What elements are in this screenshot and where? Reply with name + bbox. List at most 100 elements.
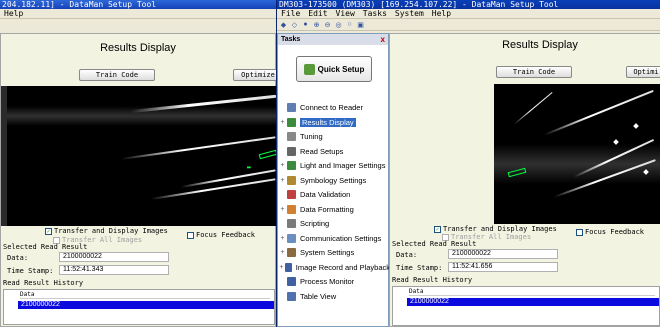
task-icon [287,233,296,243]
menu-tasks[interactable]: Tasks [359,9,391,18]
expand-icon[interactable]: + [278,235,287,242]
task-item[interactable]: Read Setups [278,145,390,158]
tasks-panel: Tasks x Quick Setup Connect to Reader + Re… [277,33,390,327]
trigger-icon[interactable]: ● [301,20,310,29]
right-results-title: Results Display [502,39,578,51]
expand-icon[interactable]: + [278,162,287,169]
menu-file[interactable]: File [277,9,304,18]
left-history-table: Data 2100000022 [3,289,275,325]
left-window-title: 204.182.11] - DataMan Setup Tool [0,0,276,9]
left-focus-feedback-checkbox[interactable]: Focus Feedback [187,230,255,240]
quick-setup-button[interactable]: Quick Setup [296,56,372,82]
left-data-field: 2100000022 [59,252,169,262]
zoom-out-icon[interactable]: ⊖ [323,20,332,29]
left-window: 204.182.11] - DataMan Setup Tool Help Re… [0,0,276,327]
disconnect-icon[interactable]: ◇ [290,20,299,29]
menu-edit[interactable]: Edit [304,9,331,18]
task-item[interactable]: Data Validation [278,188,390,201]
right-selected-read-heading: Selected Read Result [392,240,477,248]
expand-icon[interactable]: + [278,177,287,184]
right-history-heading: Read Result History [392,276,473,284]
task-icon [287,117,296,127]
left-time-field: 11:52:41.343 [59,265,169,275]
task-icon [287,291,296,301]
left-results-panel: Results Display Train Code Optimize ▬ ✓ … [0,33,276,327]
task-item[interactable]: + Light and Imager Settings [278,159,390,172]
task-icon [287,146,296,156]
task-icon [287,277,296,286]
task-icon [287,175,296,185]
task-item[interactable]: + Results Display [278,116,390,129]
task-item[interactable]: + Symbology Settings [278,174,390,187]
left-results-title: Results Display [100,42,176,54]
close-icon[interactable]: x [381,34,385,45]
expand-icon[interactable]: + [278,206,287,213]
task-item-label: Data Validation [300,190,351,199]
task-item[interactable]: Scripting [278,217,390,230]
task-item-label: Connect to Reader [300,103,363,112]
zoom-in-icon[interactable]: ⊕ [312,20,321,29]
left-train-code-button[interactable]: Train Code [79,69,155,81]
quick-setup-icon [303,63,315,75]
right-window: DM303-173500 (DM303) [169.254.107.22] - … [276,0,660,327]
right-focus-feedback-checkbox[interactable]: Focus Feedback [576,227,644,237]
task-item[interactable]: + Image Record and Playback [278,261,390,274]
left-data-label: Data: [7,254,29,262]
right-menubar: File Edit View Tasks System Help [277,9,660,19]
right-history-column-header: Data [409,288,655,296]
zoom-reset-icon[interactable]: ○ [345,20,354,29]
task-item[interactable]: Connect to Reader [278,101,390,114]
task-item[interactable]: + System Settings [278,246,390,259]
image-icon[interactable]: ▣ [356,20,365,29]
right-time-label: Time Stamp: [396,264,443,272]
expand-icon[interactable]: + [278,264,285,271]
task-item-label: Communication Settings [300,233,382,243]
left-optimize-button[interactable]: Optimize [233,69,276,81]
table-row[interactable]: 2100000022 [407,298,659,306]
task-item-label: Symbology Settings [300,175,367,185]
task-item-label: System Settings [300,248,355,257]
task-item[interactable]: + Data Formatting [278,203,390,216]
connect-icon[interactable]: ◆ [279,20,288,29]
menu-system[interactable]: System [391,9,428,18]
menu-help-left[interactable]: Help [0,9,27,18]
menu-help[interactable]: Help [428,9,455,18]
right-optimize-button[interactable]: Optimi [626,66,660,78]
task-item[interactable]: + Communication Settings [278,232,390,245]
task-item[interactable]: Table View [278,290,390,303]
task-icon [287,161,296,170]
menu-view[interactable]: View [332,9,359,18]
left-history-column-header: Data [20,291,270,299]
right-results-panel: Results Display Train Code Optimi ✓ Tran… [389,33,660,327]
zoom-fit-icon[interactable]: ◎ [334,20,343,29]
task-icon [287,190,296,199]
right-window-title: DM303-173500 (DM303) [169.254.107.22] - … [277,0,660,9]
table-row[interactable]: 2100000022 [18,301,274,309]
left-menubar: Help [0,9,276,19]
toolbar: ◆ ◇ ● ⊕ ⊖ ◎ ○ ▣ [277,19,660,31]
task-item-label: Results Display [300,117,356,127]
left-time-label: Time Stamp: [7,267,54,275]
checkbox-icon[interactable] [187,231,194,239]
checkbox-checked-icon[interactable]: ✓ [434,225,441,233]
task-item-label: Tuning [300,132,323,141]
right-history-table: Data 2100000022 [392,286,660,326]
task-item[interactable]: Tuning [278,130,390,143]
expand-icon[interactable]: + [278,249,287,256]
right-train-code-button[interactable]: Train Code [496,66,572,78]
checkbox-checked-icon[interactable]: ✓ [45,227,52,235]
task-item-label: Image Record and Playback [295,262,390,272]
expand-icon[interactable]: + [278,119,287,126]
task-item-label: Data Formatting [300,204,354,214]
task-item-label: Read Setups [300,146,344,156]
right-data-field: 2100000022 [448,249,558,259]
left-camera-image: ▬ [1,86,276,226]
checkbox-icon[interactable] [576,228,583,236]
left-history-heading: Read Result History [3,279,84,287]
task-icon [287,132,296,141]
task-icon [287,219,296,228]
task-icon [287,204,296,214]
task-item[interactable]: Process Monitor [278,275,390,288]
right-time-field: 11:52:41.656 [448,262,558,272]
task-item-label: Process Monitor [300,277,355,286]
